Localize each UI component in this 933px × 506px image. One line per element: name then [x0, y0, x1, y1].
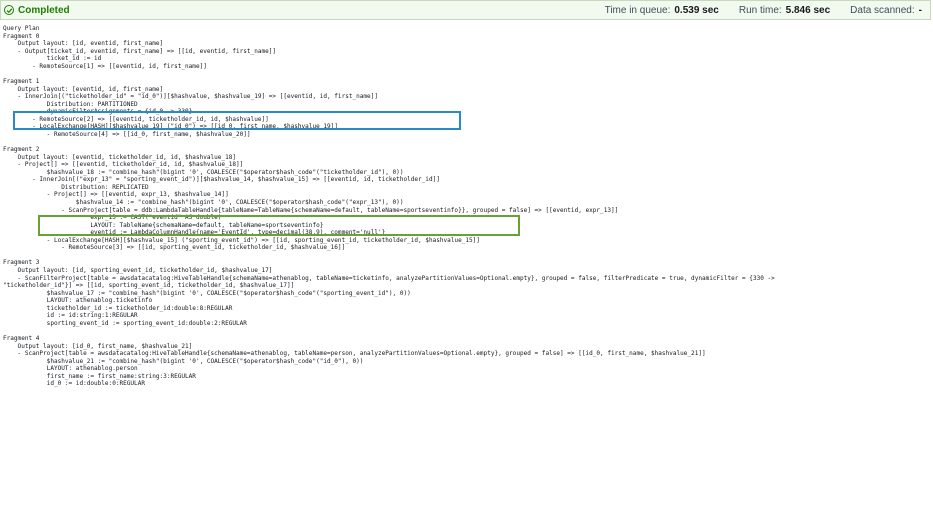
- plan-line: LAYOUT: athenablog.person: [3, 365, 138, 373]
- plan-line: Distribution: REPLICATED: [3, 183, 149, 191]
- plan-line: $hashvalue_21 := "combine_hash"(bigint '…: [3, 357, 364, 365]
- query-plan-text: Query Plan Fragment 0 Output layout: [id,…: [3, 25, 929, 503]
- plan-line: - Project[] => [[eventid, expr_13, $hash…: [3, 191, 229, 199]
- plan-line: - RemoteSource[4] => [[id_0, first_name,…: [3, 130, 251, 138]
- query-metrics: Time in queue: 0.539 sec Run time: 5.846 s…: [585, 5, 930, 16]
- plan-line: first_name := first_name:string:3:REGULA…: [3, 372, 196, 380]
- plan-line: [3, 70, 929, 78]
- plan-line: - LocalExchange[HASH][$hashvalue_15] ("s…: [3, 236, 480, 244]
- plan-line: Fragment 4: [3, 335, 40, 343]
- plan-line: Fragment 1: [3, 77, 40, 85]
- plan-line: Distribution: PARTITIONED: [3, 100, 138, 108]
- plan-line: Output layout: [eventid, ticketholder_id…: [3, 153, 236, 161]
- plan-line: - RemoteSource[1] => [[eventid, id, firs…: [3, 62, 207, 70]
- status-label: Completed: [18, 4, 70, 16]
- query-status-bar: Completed Time in queue: 0.539 sec Run ti…: [0, 0, 931, 20]
- plan-line: - RemoteSource[3] => [[id, sporting_even…: [3, 244, 346, 252]
- plan-line: sporting_event_id := sporting_event_id:d…: [3, 319, 247, 327]
- plan-line: ticketholder_id := ticketholder_id:doubl…: [3, 304, 233, 312]
- plan-line: - Output[ticket_id, eventid, first_name]…: [3, 47, 277, 55]
- plan-line: Output layout: [id_0, first_name, $hashv…: [3, 342, 193, 350]
- highlight-box-innerjoin-replicated: [38, 215, 520, 236]
- plan-line: Fragment 3: [3, 259, 40, 267]
- check-circle-icon: [4, 5, 14, 15]
- plan-line: "ticketholder_id"}] => [[id, sporting_ev…: [3, 282, 295, 290]
- plan-line: ticket_id := id: [3, 55, 102, 63]
- plan-line: id := id:string:1:REGULAR: [3, 312, 138, 320]
- time-in-queue: Time in queue: 0.539 sec: [604, 4, 719, 16]
- plan-line: - InnerJoin[("expr_13" = "sporting_event…: [3, 176, 440, 184]
- plan-line: $hashvalue_18 := "combine_hash"(bigint '…: [3, 168, 404, 176]
- plan-line: Output layout: [id, sporting_event_id, t…: [3, 267, 273, 274]
- plan-line: - ScanProject[table = awsdatacatalog:Hiv…: [3, 350, 706, 358]
- plan-line: $hashvalue_17 := "combine_hash"(bigint '…: [3, 289, 411, 297]
- highlight-box-innerjoin-partitioned: [13, 111, 461, 130]
- run-time: Run time: 5.846 sec: [738, 4, 831, 16]
- plan-line: - ScanFilterProject[table = awsdatacatal…: [3, 274, 775, 282]
- plan-line: Fragment 2: [3, 146, 40, 153]
- plan-line: $hashvalue_14 := "combine_hash"(bigint '…: [3, 198, 404, 206]
- plan-line: - Project[] => [[eventid, ticketholder_i…: [3, 161, 244, 169]
- plan-line: [3, 138, 929, 146]
- plan-line: - ScanProject[table = ddb:LambdaTableHan…: [3, 206, 619, 214]
- plan-line: Query Plan: [3, 25, 40, 32]
- plan-line: LAYOUT: athenablog.ticketinfo: [3, 297, 153, 305]
- data-scanned: Data scanned: -: [850, 4, 922, 16]
- plan-line: - InnerJoin[("ticketholder_id" = "id_0")…: [3, 93, 378, 101]
- plan-line: Output layout: [eventid, id, first_name]: [3, 85, 164, 93]
- status-indicator: Completed: [1, 5, 70, 16]
- plan-line: Output layout: [id, eventid, first_name]: [3, 40, 164, 48]
- plan-line: Fragment 0: [3, 32, 40, 40]
- plan-line: [3, 328, 929, 336]
- plan-line: id_0 := id:double:0:REGULAR: [3, 380, 145, 388]
- plan-line: [3, 252, 929, 260]
